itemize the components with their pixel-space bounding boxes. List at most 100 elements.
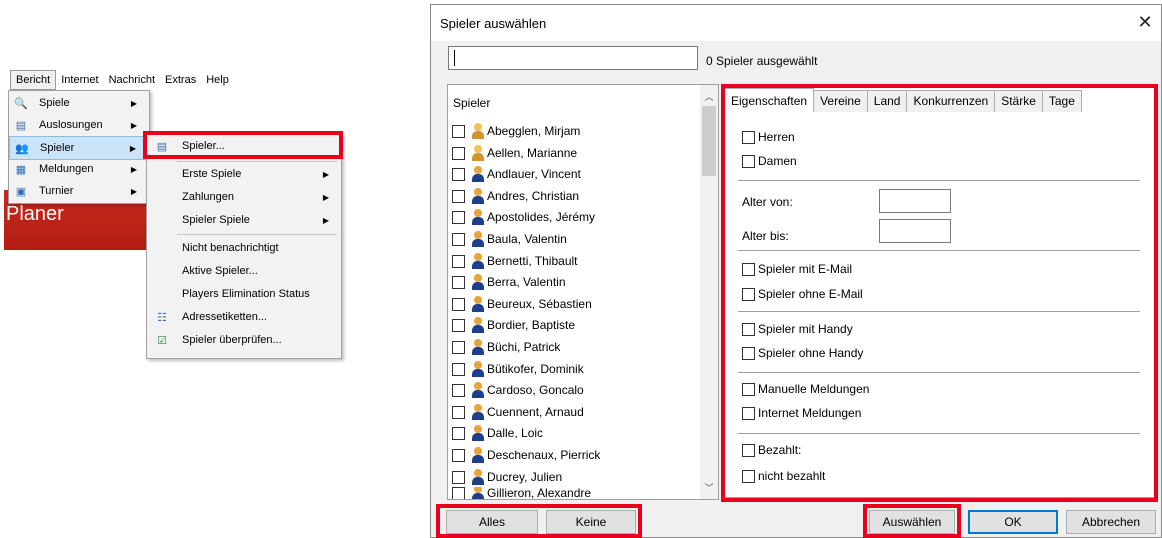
selected-count: 0 Spieler ausgewählt <box>706 54 818 68</box>
scrollbar-thumb[interactable] <box>702 106 716 176</box>
menu-item-spieler-ueberpruefen[interactable]: ☑ Spieler überprüfen... <box>147 329 339 351</box>
submenu-arrow-icon: ▶ <box>130 186 137 196</box>
player-checkbox[interactable] <box>452 405 465 419</box>
check-icon: ☑ <box>157 334 167 347</box>
player-checkbox[interactable] <box>452 362 465 376</box>
player-checkbox[interactable] <box>452 340 465 354</box>
player-row[interactable]: Cuennent, Arnaud <box>452 401 584 423</box>
player-checkbox[interactable] <box>452 275 465 289</box>
player-checkbox[interactable] <box>452 470 465 484</box>
player-checkbox[interactable] <box>452 232 465 246</box>
menu-item-auslosungen[interactable]: ▤ Auslosungen ▶ <box>9 114 147 136</box>
player-name: Ducrey, Julien <box>487 470 563 484</box>
player-row[interactable]: Aellen, Marianne <box>452 142 577 164</box>
player-row[interactable]: Bernetti, Thibault <box>452 250 578 272</box>
close-icon[interactable]: ✕ <box>1133 10 1157 34</box>
player-checkbox[interactable] <box>452 124 465 138</box>
player-checkbox[interactable] <box>452 146 465 160</box>
menu-item-label: Spieler <box>40 142 75 154</box>
menu-item-spieler-spiele[interactable]: Spieler Spiele ▶ <box>147 209 339 231</box>
player-checkbox[interactable] <box>452 210 465 224</box>
player-row[interactable]: Ducrey, Julien <box>452 466 562 488</box>
player-row[interactable]: Bütikofer, Dominik <box>452 358 584 380</box>
menu-nachricht[interactable]: Nachricht <box>104 70 160 90</box>
draw-document-icon: ▤ <box>15 119 27 132</box>
player-checkbox[interactable] <box>452 383 465 397</box>
search-input[interactable] <box>448 46 698 70</box>
menu-item-meldungen[interactable]: ▦ Meldungen ▶ <box>9 158 147 180</box>
player-row[interactable]: Beureux, Sébastien <box>452 293 592 315</box>
menu-item-nicht-benachrichtigt[interactable]: Nicht benachrichtigt <box>147 237 339 259</box>
player-row[interactable]: Andlauer, Vincent <box>452 163 581 185</box>
player-row[interactable]: Dalle, Loic <box>452 422 543 444</box>
male-player-icon <box>471 447 485 463</box>
players-icon: 👥 <box>15 142 29 155</box>
player-checkbox[interactable] <box>452 448 465 462</box>
player-row[interactable]: Büchi, Patrick <box>452 336 560 358</box>
player-checkbox[interactable] <box>452 189 465 203</box>
menu-item-label: Meldungen <box>39 163 94 175</box>
player-row[interactable]: Bordier, Baptiste <box>452 314 575 336</box>
player-checkbox[interactable] <box>452 318 465 332</box>
player-row[interactable]: Abegglen, Mirjam <box>452 120 580 142</box>
menu-item-spieler[interactable]: 👥 Spieler ▶ <box>9 136 147 160</box>
tournament-icon: ▣ <box>15 185 27 198</box>
menu-item-label: Erste Spiele <box>182 168 242 180</box>
menu-item-label: Zahlungen <box>182 191 234 203</box>
menu-extras[interactable]: Extras <box>160 70 201 90</box>
male-player-icon <box>471 469 485 485</box>
player-checkbox[interactable] <box>452 487 465 499</box>
menu-item-spiele[interactable]: 🔍 Spiele ▶ <box>9 92 147 114</box>
player-row[interactable]: Baula, Valentin <box>452 228 567 250</box>
menu-item-label: Spieler Spiele <box>182 214 250 226</box>
male-player-icon <box>471 339 485 355</box>
male-player-icon <box>471 404 485 420</box>
player-row[interactable]: Berra, Valentin <box>452 271 566 293</box>
player-checkbox[interactable] <box>452 426 465 440</box>
bericht-menu: 🔍 Spiele ▶ ▤ Auslosungen ▶ 👥 Spieler ▶ ▦… <box>8 90 150 204</box>
player-row[interactable]: Deschenaux, Pierrick <box>452 444 600 466</box>
menu-item-label: Adressetiketten... <box>182 311 267 323</box>
menu-internet[interactable]: Internet <box>56 70 103 90</box>
player-name: Cardoso, Goncalo <box>487 383 584 397</box>
menu-item-label: Turnier <box>39 185 74 197</box>
player-list-header: Spieler <box>453 96 491 110</box>
menu-item-adressetiketten[interactable]: ☷ Adressetiketten... <box>147 306 339 328</box>
banner-title: Planer <box>6 203 64 225</box>
player-name: Aellen, Marianne <box>487 146 578 160</box>
highlight-spieler-item <box>143 131 343 159</box>
male-player-icon <box>471 382 485 398</box>
male-player-icon <box>471 231 485 247</box>
player-checkbox[interactable] <box>452 297 465 311</box>
player-checkbox[interactable] <box>452 167 465 181</box>
player-name: Cuennent, Arnaud <box>487 405 584 419</box>
menu-item-elimination-status[interactable]: Players Elimination Status <box>147 283 339 305</box>
submenu-arrow-icon: ▶ <box>130 120 137 130</box>
player-name: Abegglen, Mirjam <box>487 124 581 138</box>
menu-item-aktive-spieler[interactable]: Aktive Spieler... <box>147 260 339 282</box>
player-row[interactable]: Cardoso, Goncalo <box>452 379 584 401</box>
menu-item-zahlungen[interactable]: Zahlungen ▶ <box>147 186 339 208</box>
player-name: Gillieron, Alexandre <box>487 487 592 499</box>
player-name: Berra, Valentin <box>487 275 566 289</box>
player-row[interactable]: Apostolides, Jérémy <box>452 206 595 228</box>
male-player-icon <box>471 253 485 269</box>
abbrechen-button[interactable]: Abbrechen <box>1066 510 1156 534</box>
menu-bericht[interactable]: Bericht <box>10 70 57 90</box>
scroll-up-icon[interactable]: ︿ <box>700 90 718 104</box>
player-checkbox[interactable] <box>452 254 465 268</box>
player-name: Bordier, Baptiste <box>487 318 576 332</box>
menu-item-erste-spiele[interactable]: Erste Spiele ▶ <box>147 163 339 185</box>
player-row[interactable]: Andres, Christian <box>452 185 579 207</box>
submenu-arrow-icon: ▶ <box>322 215 329 225</box>
magnifier-icon: 🔍 <box>14 97 28 110</box>
submenu-arrow-icon: ▶ <box>129 143 136 153</box>
player-name: Bütikofer, Dominik <box>487 362 584 376</box>
player-row[interactable]: Gillieron, Alexandre <box>452 487 591 499</box>
scroll-down-icon[interactable]: ﹀ <box>700 481 718 495</box>
menu-help[interactable]: Help <box>201 70 234 90</box>
menu-item-turnier[interactable]: ▣ Turnier ▶ <box>9 180 147 202</box>
male-player-icon <box>471 166 485 182</box>
ok-button[interactable]: OK <box>968 510 1058 534</box>
menu-item-label: Aktive Spieler... <box>182 265 258 277</box>
